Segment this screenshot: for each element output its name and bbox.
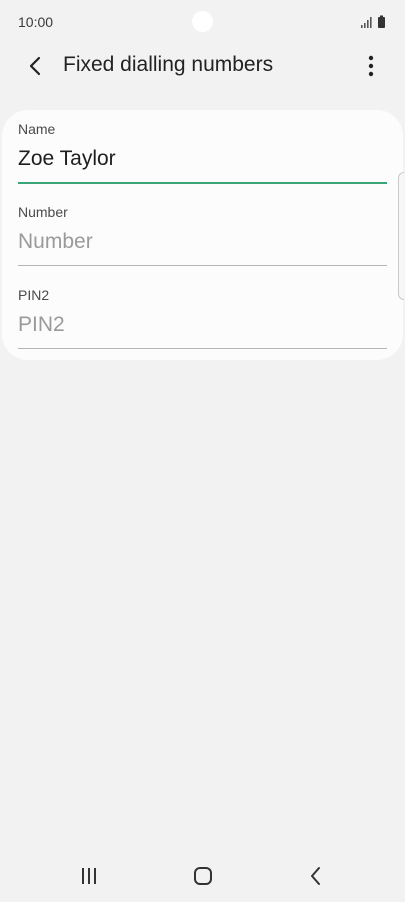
signal-icon [361, 15, 385, 28]
pin2-field-underline [18, 348, 387, 349]
pin2-field[interactable]: PIN2 PIN2 [18, 287, 387, 351]
pin2-field-label: PIN2 [18, 287, 50, 303]
form-card: Name Zoe Taylor Number Number PIN2 PIN2 [2, 110, 403, 360]
status-time: 10:00 [18, 14, 54, 30]
nav-back-button[interactable] [296, 860, 336, 892]
navigation-bar [0, 852, 405, 900]
back-button[interactable] [20, 48, 52, 84]
chevron-left-icon [29, 56, 41, 76]
back-icon [311, 867, 320, 885]
number-input[interactable]: Number [18, 230, 93, 254]
name-field[interactable]: Name Zoe Taylor [18, 121, 387, 185]
number-field[interactable]: Number Number [18, 204, 387, 268]
more-vertical-icon [368, 55, 374, 77]
recents-icon [82, 868, 96, 884]
home-button[interactable] [183, 860, 223, 892]
app-bar: Fixed dialling numbers [0, 44, 405, 88]
page-title: Fixed dialling numbers [63, 53, 274, 76]
number-field-underline [18, 265, 387, 266]
recents-button[interactable] [69, 860, 109, 892]
name-field-underline [18, 182, 387, 184]
more-options-button[interactable] [359, 48, 383, 84]
number-field-label: Number [18, 204, 68, 220]
scroll-indicator[interactable] [398, 172, 404, 300]
name-field-label: Name [18, 121, 56, 137]
home-icon [194, 867, 212, 885]
status-bar: 10:00 [0, 0, 405, 44]
battery-icon [378, 15, 385, 28]
camera-cutout [192, 11, 213, 32]
status-icons [361, 15, 387, 29]
pin2-input[interactable]: PIN2 [18, 313, 65, 337]
name-input[interactable]: Zoe Taylor [18, 147, 116, 171]
